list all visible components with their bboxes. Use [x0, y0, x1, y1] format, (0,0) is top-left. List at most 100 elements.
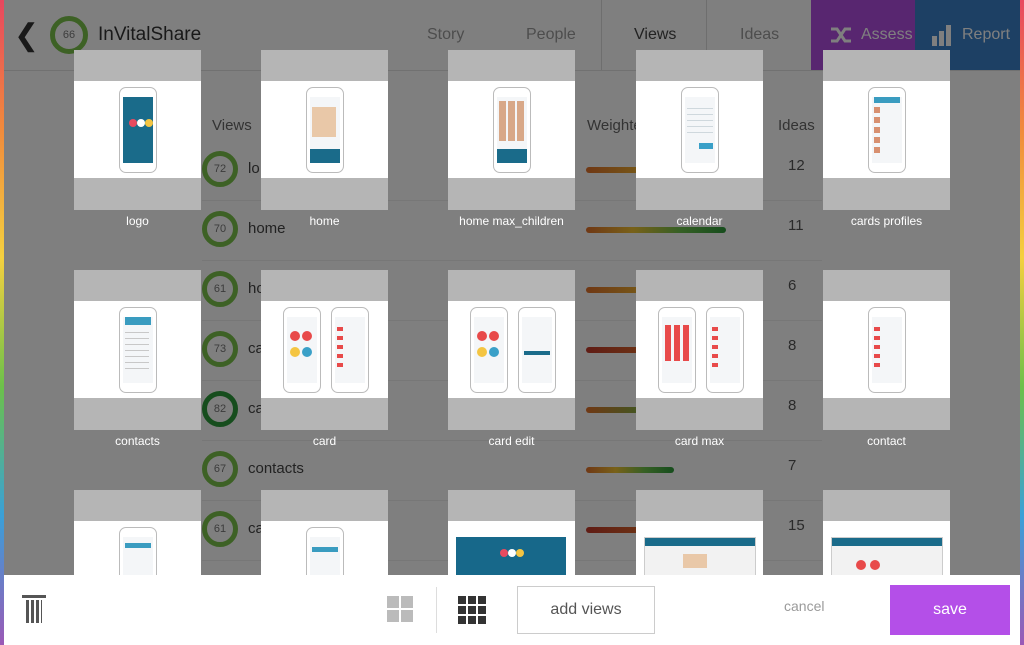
logo-dot — [137, 119, 145, 127]
grid-cell — [458, 606, 466, 614]
view-caption: home — [309, 214, 340, 228]
cancel-button[interactable]: cancel — [784, 598, 824, 614]
logo-dot — [145, 119, 153, 127]
logo-dot — [508, 549, 516, 557]
profile-list — [874, 107, 880, 153]
view-card[interactable]: home max_children — [448, 50, 575, 228]
action-bar: add views cancel save — [4, 575, 1020, 645]
phone-screen — [872, 317, 902, 383]
grid-cell — [458, 596, 466, 604]
phone-mockup — [283, 307, 321, 393]
save-button[interactable]: save — [890, 585, 1010, 635]
view-card[interactable]: calendar — [636, 50, 763, 228]
grid-3x3-icon[interactable] — [458, 596, 486, 624]
phone-mockup — [470, 307, 508, 393]
contact-list — [125, 329, 149, 369]
view-thumbnail — [636, 81, 763, 178]
view-card[interactable]: logo — [74, 50, 201, 228]
photo-grid — [312, 107, 336, 137]
view-card[interactable]: cards profiles — [823, 50, 950, 228]
phone-screen — [662, 317, 692, 383]
card-dot — [870, 560, 880, 570]
view-caption: contacts — [115, 434, 160, 448]
view-caption: logo — [126, 214, 149, 228]
logo-dot — [500, 549, 508, 557]
phone-header-bar — [312, 547, 338, 552]
phone-footer-bar — [497, 149, 527, 163]
grid-cell — [401, 596, 413, 608]
view-thumbnail — [823, 301, 950, 398]
trash-lid — [22, 595, 46, 598]
view-card[interactable] — [261, 490, 388, 575]
card-dot — [302, 347, 312, 357]
phone-mockup — [518, 307, 556, 393]
right-accent-strip — [1020, 0, 1024, 645]
app-background: ❮ 66 InVitalShare Story People Views Ide… — [4, 0, 1020, 575]
phone-screen — [872, 97, 902, 163]
view-card[interactable]: contact — [823, 270, 950, 448]
phone-screen — [474, 317, 504, 383]
phone-screen — [123, 317, 153, 383]
card-dot — [856, 560, 866, 570]
view-thumbnail — [823, 81, 950, 178]
view-thumbnail — [74, 81, 201, 178]
phone-mockup — [706, 307, 744, 393]
phone-screen — [335, 317, 365, 383]
view-thumbnail — [823, 521, 950, 575]
desktop-mockup — [644, 537, 756, 575]
grid-2x2-icon[interactable] — [387, 596, 413, 622]
view-card[interactable]: contacts — [74, 270, 201, 448]
grid-cell — [401, 610, 413, 622]
grid-cell — [478, 616, 486, 624]
logo-dot — [129, 119, 137, 127]
grid-cell — [387, 610, 399, 622]
view-thumbnail — [74, 301, 201, 398]
view-thumbnail — [636, 521, 763, 575]
view-thumbnail — [261, 81, 388, 178]
view-thumbnail — [448, 301, 575, 398]
card-dot — [290, 347, 300, 357]
grid-cell — [478, 606, 486, 614]
card-list — [337, 323, 343, 367]
card-grid — [665, 325, 689, 361]
view-thumbnail — [636, 301, 763, 398]
calendar-grid — [687, 105, 713, 133]
card-dot — [489, 331, 499, 341]
view-card[interactable]: card — [261, 270, 388, 448]
phone-screen — [710, 317, 740, 383]
view-thumbnail — [448, 81, 575, 178]
trash-icon[interactable] — [22, 595, 46, 623]
logo-dot — [516, 549, 524, 557]
phone-mockup — [868, 87, 906, 173]
view-card[interactable] — [636, 490, 763, 575]
view-card[interactable]: home — [261, 50, 388, 228]
phone-mockup — [119, 87, 157, 173]
phone-screen — [497, 97, 527, 163]
phone-mockup — [119, 307, 157, 393]
edit-field — [524, 351, 550, 355]
view-card[interactable] — [823, 490, 950, 575]
card-dot — [290, 331, 300, 341]
phone-mockup — [119, 527, 157, 575]
grid-cell — [478, 596, 486, 604]
phone-mockup — [331, 307, 369, 393]
photo-grid — [499, 101, 525, 141]
desktop-mockup — [456, 537, 566, 575]
phone-footer-bar — [310, 149, 340, 163]
grid-cell — [468, 606, 476, 614]
view-thumbnail — [448, 521, 575, 575]
add-views-button[interactable]: add views — [517, 586, 655, 634]
phone-screen — [685, 97, 715, 163]
phone-mockup — [306, 87, 344, 173]
card-dot — [489, 347, 499, 357]
view-card[interactable] — [448, 490, 575, 575]
phone-screen — [310, 537, 340, 575]
view-card[interactable] — [74, 490, 201, 575]
view-caption: cards profiles — [850, 214, 923, 228]
view-card[interactable]: card edit — [448, 270, 575, 448]
view-caption: home max_children — [459, 214, 564, 228]
phone-mockup — [868, 307, 906, 393]
card-list — [712, 323, 718, 367]
view-card[interactable]: card max — [636, 270, 763, 448]
grid-cell — [458, 616, 466, 624]
